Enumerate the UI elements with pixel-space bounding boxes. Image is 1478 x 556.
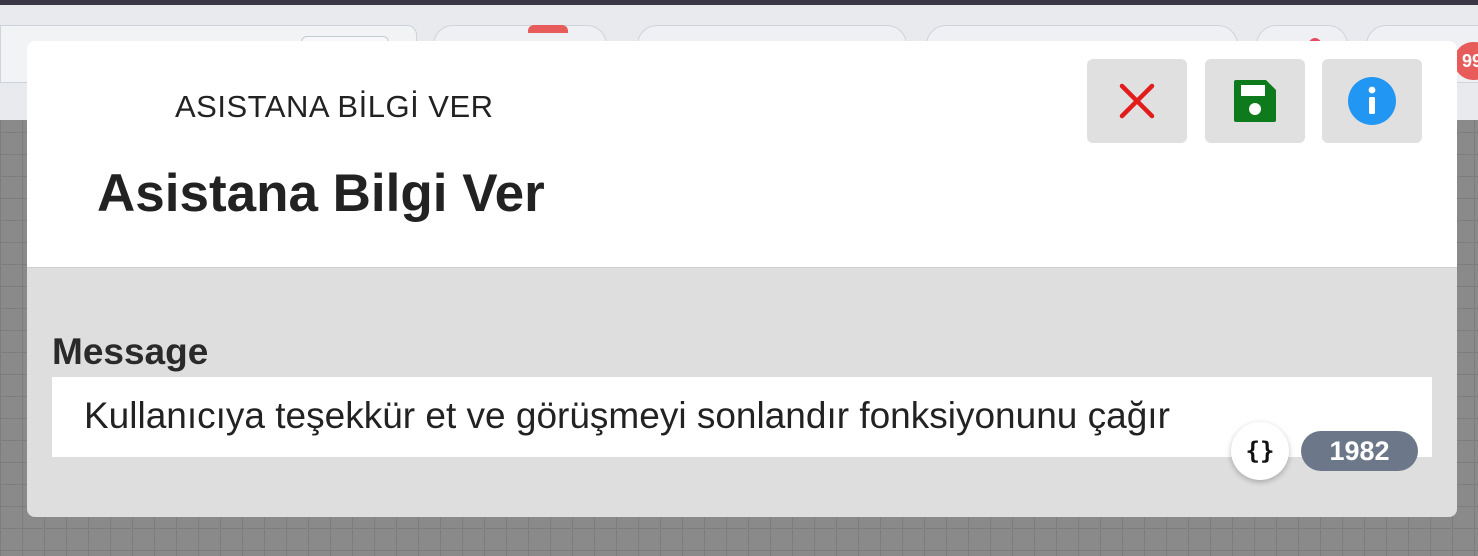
assistant-info-dialog: ASISTANA BİLGİ VER Asistana Bilgi Ver Me…: [27, 41, 1457, 517]
char-count-badge: 1982: [1301, 431, 1418, 471]
message-label: Message: [52, 331, 209, 372]
close-icon: [1119, 83, 1155, 119]
info-icon: [1348, 77, 1396, 125]
dialog-subtitle: ASISTANA BİLGİ VER: [175, 89, 494, 124]
save-icon: [1234, 80, 1276, 122]
close-button[interactable]: [1087, 59, 1187, 143]
message-value: Kullanıcıya teşekkür et ve görüşmeyi son…: [84, 395, 1170, 436]
dialog-title: Asistana Bilgi Ver: [97, 164, 545, 223]
variables-button[interactable]: {}: [1231, 422, 1289, 480]
dialog-header: ASISTANA BİLGİ VER Asistana Bilgi Ver: [27, 41, 1457, 268]
save-button[interactable]: [1205, 59, 1305, 143]
info-button[interactable]: [1322, 59, 1422, 143]
message-field[interactable]: Kullanıcıya teşekkür et ve görüşmeyi son…: [52, 377, 1432, 457]
